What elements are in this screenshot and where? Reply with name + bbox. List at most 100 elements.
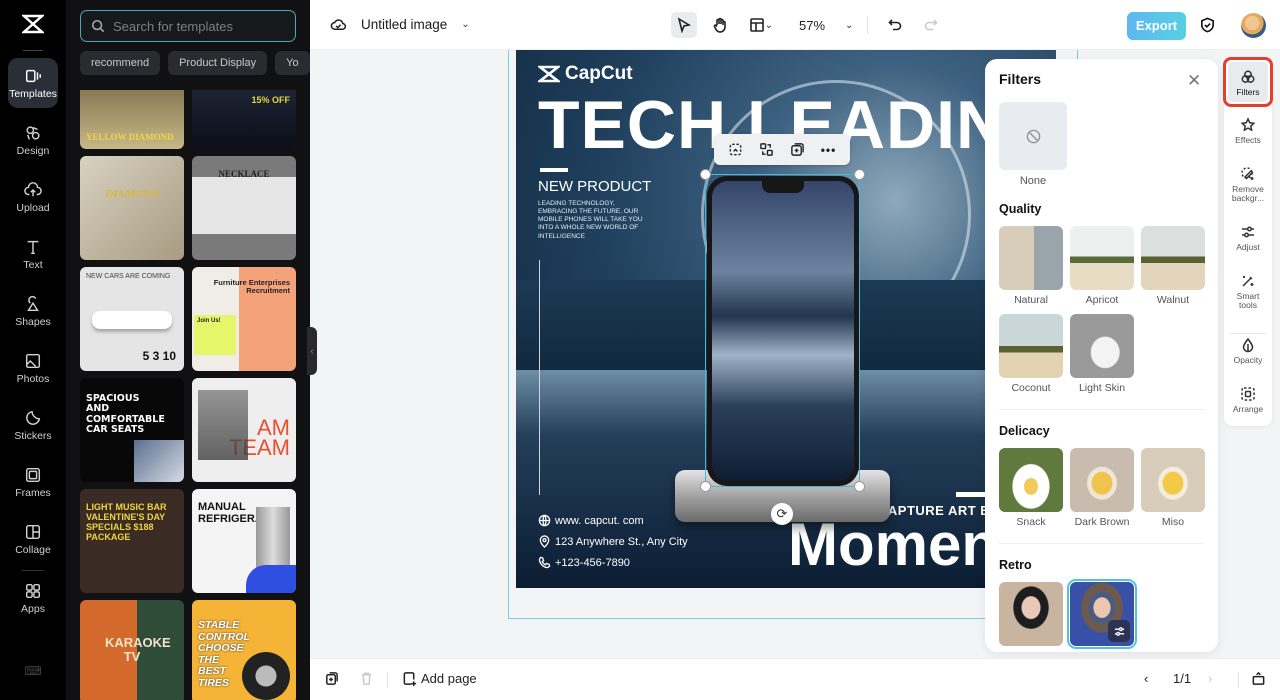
location-pin-icon xyxy=(539,535,550,548)
rail-item-design[interactable]: Design xyxy=(8,115,58,165)
rotate-handle-icon[interactable]: ⟳ xyxy=(771,503,793,525)
rail-item-photos[interactable]: Photos xyxy=(8,343,58,393)
filter-none[interactable] xyxy=(999,102,1067,170)
filter-retro-2[interactable] xyxy=(1067,579,1137,649)
poster-description[interactable]: LEADING TECHNOLOGY, EMBRACING THE FUTURE… xyxy=(538,200,648,241)
poster-brand[interactable]: CapCut xyxy=(538,63,633,85)
rail-item-collage[interactable]: Collage xyxy=(8,514,58,564)
resize-handle-bottom-right[interactable] xyxy=(854,481,865,492)
capcut-logo-icon[interactable] xyxy=(20,14,46,40)
template-card[interactable]: STABLE CONTROL CHOOSE THE BEST TIRES xyxy=(192,600,296,700)
tool-arrange[interactable]: Arrange xyxy=(1224,386,1272,414)
page-manager-button[interactable] xyxy=(1251,671,1266,686)
filter-miso[interactable]: Miso xyxy=(1141,448,1205,528)
search-icon xyxy=(91,19,105,33)
filters-panel: Filters ✕ None Quality Natural Apricot W… xyxy=(985,59,1218,652)
chip-more[interactable]: Yo xyxy=(275,51,310,75)
rail-item-shapes[interactable]: Shapes xyxy=(8,286,58,336)
page-indicator: 1/1 xyxy=(1173,671,1192,686)
poster-phone[interactable]: +123-456-7890 xyxy=(538,556,630,569)
filter-dark-brown[interactable]: Dark Brown xyxy=(1070,448,1134,528)
accent-bar xyxy=(540,168,568,172)
chip-product-display[interactable]: Product Display xyxy=(168,51,268,75)
filter-adjust-button[interactable] xyxy=(1108,620,1130,642)
filter-thumbnail xyxy=(1070,226,1134,290)
template-card[interactable]: NEW CARS ARE COMING 5 3 10 xyxy=(80,267,184,371)
keyboard-shortcuts-icon[interactable]: ⌨ xyxy=(24,664,41,678)
replace-icon[interactable] xyxy=(758,141,776,159)
delete-page-button[interactable] xyxy=(359,671,374,686)
export-button[interactable]: Export xyxy=(1127,12,1186,40)
tool-effects[interactable]: Effects xyxy=(1224,117,1272,145)
filter-apricot[interactable]: Apricot xyxy=(1070,226,1134,306)
rail-item-stickers[interactable]: Stickers xyxy=(8,400,58,450)
poster-website[interactable]: www. capcut. com xyxy=(538,514,644,527)
globe-icon xyxy=(538,514,551,527)
template-card[interactable]: AM TEAM xyxy=(192,378,296,482)
poster-subhead[interactable]: NEW PRODUCT xyxy=(538,178,651,195)
select-tool-button[interactable] xyxy=(671,12,697,38)
undo-button[interactable] xyxy=(882,12,908,38)
rail-item-text[interactable]: Text xyxy=(8,229,58,279)
template-card[interactable]: SPACIOUS AND COMFORTABLE CAR SEATS xyxy=(80,378,184,482)
chevron-down-icon[interactable]: ⌄ xyxy=(461,19,469,30)
redo-icon xyxy=(925,19,939,31)
previous-page-button[interactable]: ‹ xyxy=(1144,671,1148,686)
rail-item-frames[interactable]: Frames xyxy=(8,457,58,507)
adjust-icon xyxy=(1242,226,1254,238)
shield-check-icon[interactable] xyxy=(1199,16,1216,39)
redo-button[interactable] xyxy=(918,12,944,38)
filter-thumbnail xyxy=(999,448,1063,512)
zoom-level[interactable]: 57% xyxy=(799,18,825,33)
close-icon[interactable]: ✕ xyxy=(1187,71,1201,91)
template-search[interactable] xyxy=(80,10,296,42)
template-card[interactable]: MANUAL REFRIGERATOR xyxy=(192,489,296,593)
resize-handle-top-left[interactable] xyxy=(700,169,711,180)
filter-walnut[interactable]: Walnut xyxy=(1141,226,1205,306)
opacity-icon xyxy=(1242,337,1254,353)
template-card[interactable]: DIAMOND xyxy=(80,156,184,260)
tool-adjust[interactable]: Adjust xyxy=(1224,224,1272,252)
more-options-icon[interactable]: ••• xyxy=(820,141,838,159)
filter-retro-1[interactable] xyxy=(999,582,1063,646)
chip-recommend[interactable]: recommend xyxy=(80,51,161,75)
user-avatar[interactable] xyxy=(1241,13,1266,38)
template-card[interactable]: LIGHT MUSIC BAR VALENTINE'S DAY SPECIALS… xyxy=(80,489,184,593)
rail-item-upload[interactable]: Upload xyxy=(8,172,58,222)
filter-snack[interactable]: Snack xyxy=(999,448,1063,528)
page-manager-icon xyxy=(1252,671,1265,685)
resize-handle-bottom-left[interactable] xyxy=(700,481,711,492)
stickers-icon xyxy=(26,410,41,425)
filter-light-skin[interactable]: Light Skin xyxy=(1070,314,1134,394)
collapse-panel-handle[interactable]: ‹ xyxy=(307,327,317,375)
add-page-button[interactable]: Add page xyxy=(402,671,477,686)
template-card[interactable]: YELLOW DIAMOND xyxy=(80,90,184,149)
search-input[interactable] xyxy=(113,18,283,34)
zoom-chevron-icon[interactable]: ⌄ xyxy=(845,20,853,31)
next-page-button[interactable]: › xyxy=(1208,671,1212,686)
document-title[interactable]: Untitled image xyxy=(361,17,447,32)
hand-tool-button[interactable] xyxy=(707,12,733,38)
template-card[interactable]: KARAOKE TV xyxy=(80,600,184,700)
tool-opacity[interactable]: Opacity xyxy=(1224,337,1272,365)
template-card[interactable]: NECKLACE xyxy=(192,156,296,260)
resize-handle-top-right[interactable] xyxy=(854,169,865,180)
layout-button[interactable]: ⌄ xyxy=(743,12,779,38)
rail-item-templates[interactable]: Templates xyxy=(8,58,58,108)
divider xyxy=(1238,672,1239,688)
duplicate-page-button[interactable] xyxy=(324,671,339,686)
template-card[interactable]: 15% OFF xyxy=(192,90,296,149)
divider xyxy=(1230,333,1266,334)
filter-coconut[interactable]: Coconut xyxy=(999,314,1063,394)
poster-address[interactable]: 123 Anywhere St., Any City xyxy=(538,535,688,548)
rail-item-apps[interactable]: Apps xyxy=(8,573,58,623)
tool-remove-background[interactable]: Remove backgr... xyxy=(1224,166,1272,204)
section-title-retro: Retro xyxy=(999,558,1032,572)
crop-select-icon[interactable] xyxy=(727,141,745,159)
tool-smart-tools[interactable]: Smart tools xyxy=(1224,273,1272,311)
template-card[interactable]: Furniture Enterprises Recruitment Join Us… xyxy=(192,267,296,371)
duplicate-icon[interactable] xyxy=(789,141,807,159)
add-page-icon xyxy=(403,672,417,686)
top-bar: Untitled image ⌄ ⌄ 57% ⌄ Export xyxy=(310,0,1280,50)
filter-natural[interactable]: Natural xyxy=(999,226,1063,306)
